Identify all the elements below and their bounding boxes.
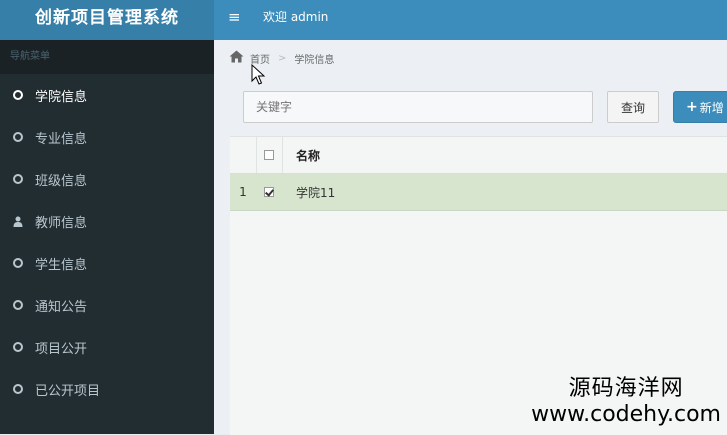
breadcrumb: 首页 > 学院信息	[229, 50, 334, 66]
circle-icon	[13, 384, 23, 394]
circle-icon	[13, 90, 23, 100]
sidebar-item-label: 教师信息	[35, 215, 88, 231]
table-row[interactable]: 1 学院11	[230, 174, 727, 211]
breadcrumb-separator: >	[278, 52, 287, 64]
row-checkbox-cell	[256, 187, 282, 197]
breadcrumb-current: 学院信息	[294, 54, 335, 66]
sidebar-item-label: 班级信息	[35, 173, 88, 189]
sidebar-item-college-info[interactable]: 学院信息	[0, 74, 214, 116]
sidebar-item-project-publish[interactable]: 项目公开	[0, 326, 214, 368]
circle-icon	[13, 300, 23, 310]
sidebar-item-notices[interactable]: 通知公告	[0, 284, 214, 326]
sidebar-item-label: 已公开项目	[35, 383, 101, 399]
hamburger-icon[interactable]: ≡	[228, 9, 241, 25]
add-button-label: 新增	[699, 100, 724, 115]
sidebar-item-label: 项目公开	[35, 341, 88, 357]
circle-icon	[13, 258, 23, 268]
app-title: 创新项目管理系统	[0, 0, 214, 40]
sidebar: 导航菜单 学院信息 专业信息 班级信息 教师信息 学生信息 通知公告 项目公开 …	[0, 40, 214, 434]
circle-icon	[13, 132, 23, 142]
person-icon	[13, 216, 23, 227]
circle-icon	[13, 174, 23, 184]
sidebar-item-class-info[interactable]: 班级信息	[0, 158, 214, 200]
plus-icon: +	[686, 99, 698, 115]
row-name: 学院11	[296, 185, 336, 200]
sidebar-item-label: 学生信息	[35, 257, 88, 273]
row-index: 1	[239, 185, 247, 199]
sidebar-item-student-info[interactable]: 学生信息	[0, 242, 214, 284]
sidebar-title: 导航菜单	[0, 40, 214, 74]
row-checkbox[interactable]	[264, 187, 274, 197]
sidebar-item-teacher-info[interactable]: 教师信息	[0, 200, 214, 242]
main-content: 首页 > 学院信息 查询 + 新增 名称 1 学院11	[214, 40, 727, 435]
table-header-row: 名称	[230, 137, 727, 174]
watermark: 源码海洋网 www.codehy.com	[531, 376, 721, 428]
watermark-site-name: 源码海洋网	[568, 376, 684, 401]
mouse-pointer-icon	[251, 63, 266, 89]
circle-icon	[13, 342, 23, 352]
top-navbar: 创新项目管理系统 ≡ 欢迎 admin	[0, 0, 727, 40]
sidebar-item-label: 专业信息	[35, 131, 88, 147]
watermark-url: www.codehy.com	[531, 402, 721, 427]
add-button[interactable]: + 新增	[673, 91, 727, 123]
search-button[interactable]: 查询	[607, 91, 659, 123]
sidebar-item-published-projects[interactable]: 已公开项目	[0, 368, 214, 410]
header-checkbox-cell	[256, 150, 282, 160]
welcome-text: 欢迎 admin	[263, 10, 329, 24]
home-icon[interactable]	[229, 50, 244, 66]
sidebar-item-major-info[interactable]: 专业信息	[0, 116, 214, 158]
keyword-search-input[interactable]	[243, 91, 593, 123]
sidebar-item-label: 通知公告	[35, 299, 88, 315]
sidebar-item-label: 学院信息	[35, 89, 88, 105]
select-all-checkbox[interactable]	[264, 150, 274, 160]
column-header-name: 名称	[296, 148, 321, 163]
